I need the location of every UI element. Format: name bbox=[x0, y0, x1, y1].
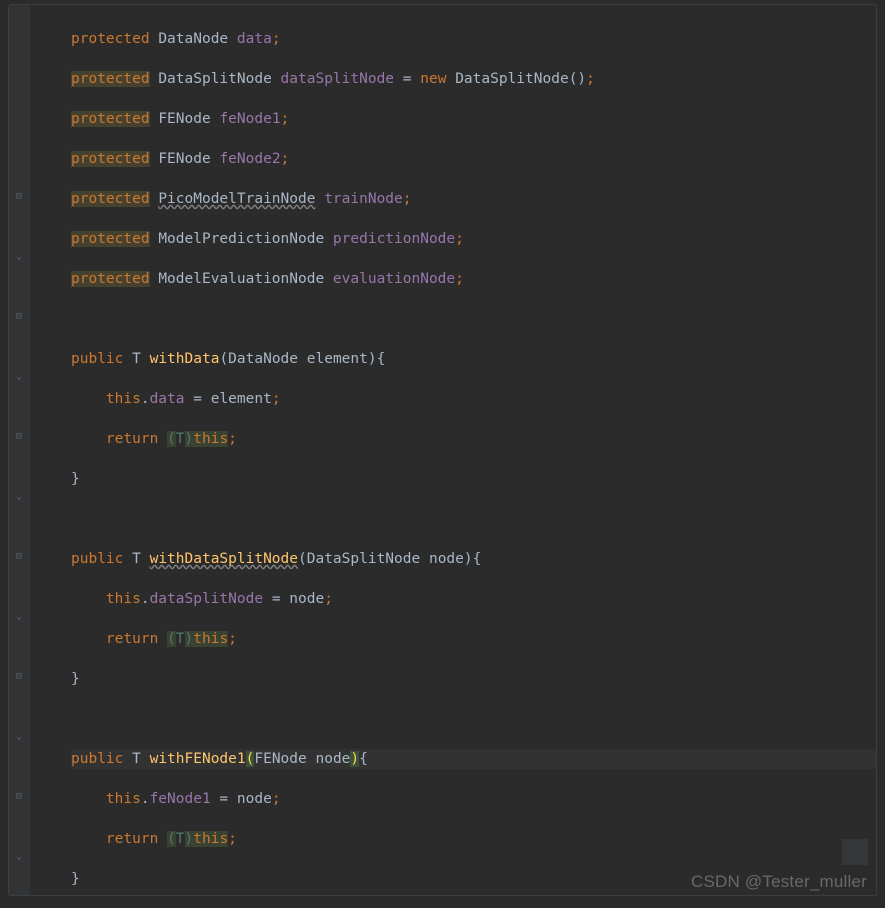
watermark: CSDN @Tester_muller bbox=[691, 872, 867, 892]
code-line bbox=[71, 309, 876, 329]
code-line: return (T)this; bbox=[71, 829, 876, 849]
code-line: protected ModelPredictionNode prediction… bbox=[71, 229, 876, 249]
code-line: public T withData(DataNode element){ bbox=[71, 349, 876, 369]
code-editor[interactable]: ⊟ ⌄ ⊟ ⌄ ⊟ ⌄ ⊟ ⌄ ⊟ ⌄ ⊟ ⌄ protected DataNo… bbox=[8, 4, 877, 896]
fold-icon[interactable]: ⊟ bbox=[13, 311, 25, 323]
code-line: } bbox=[71, 669, 876, 689]
resize-corner-icon bbox=[842, 839, 868, 865]
fold-icon[interactable]: ⌄ bbox=[13, 251, 25, 263]
fold-icon[interactable]: ⊟ bbox=[13, 191, 25, 203]
fold-icon[interactable]: ⌄ bbox=[13, 611, 25, 623]
code-line: return (T)this; bbox=[71, 629, 876, 649]
code-line: protected ModelEvaluationNode evaluation… bbox=[71, 269, 876, 289]
fold-icon[interactable]: ⌄ bbox=[13, 731, 25, 743]
code-line bbox=[71, 509, 876, 529]
fold-icon[interactable]: ⊟ bbox=[13, 671, 25, 683]
fold-icon[interactable]: ⌄ bbox=[13, 491, 25, 503]
code-line: protected DataSplitNode dataSplitNode = … bbox=[71, 69, 876, 89]
code-line: protected FENode feNode2; bbox=[71, 149, 876, 169]
code-line: public T withDataSplitNode(DataSplitNode… bbox=[71, 549, 876, 569]
code-area[interactable]: protected DataNode data; protected DataS… bbox=[31, 5, 876, 895]
code-line: protected FENode feNode1; bbox=[71, 109, 876, 129]
code-line-highlighted: public T withFENode1(FENode node){ bbox=[71, 749, 876, 769]
fold-icon[interactable]: ⌄ bbox=[13, 851, 25, 863]
code-line: } bbox=[71, 469, 876, 489]
fold-icon[interactable]: ⌄ bbox=[13, 371, 25, 383]
code-line bbox=[71, 709, 876, 729]
fold-icon[interactable]: ⊟ bbox=[13, 431, 25, 443]
fold-icon[interactable]: ⊟ bbox=[13, 791, 25, 803]
gutter: ⊟ ⌄ ⊟ ⌄ ⊟ ⌄ ⊟ ⌄ ⊟ ⌄ ⊟ ⌄ bbox=[9, 5, 31, 895]
code-line: return (T)this; bbox=[71, 429, 876, 449]
code-line: this.dataSplitNode = node; bbox=[71, 589, 876, 609]
fold-icon[interactable]: ⊟ bbox=[13, 551, 25, 563]
code-line: this.data = element; bbox=[71, 389, 876, 409]
code-line: protected DataNode data; bbox=[71, 29, 876, 49]
code-line: this.feNode1 = node; bbox=[71, 789, 876, 809]
code-line: protected PicoModelTrainNode trainNode; bbox=[71, 189, 876, 209]
